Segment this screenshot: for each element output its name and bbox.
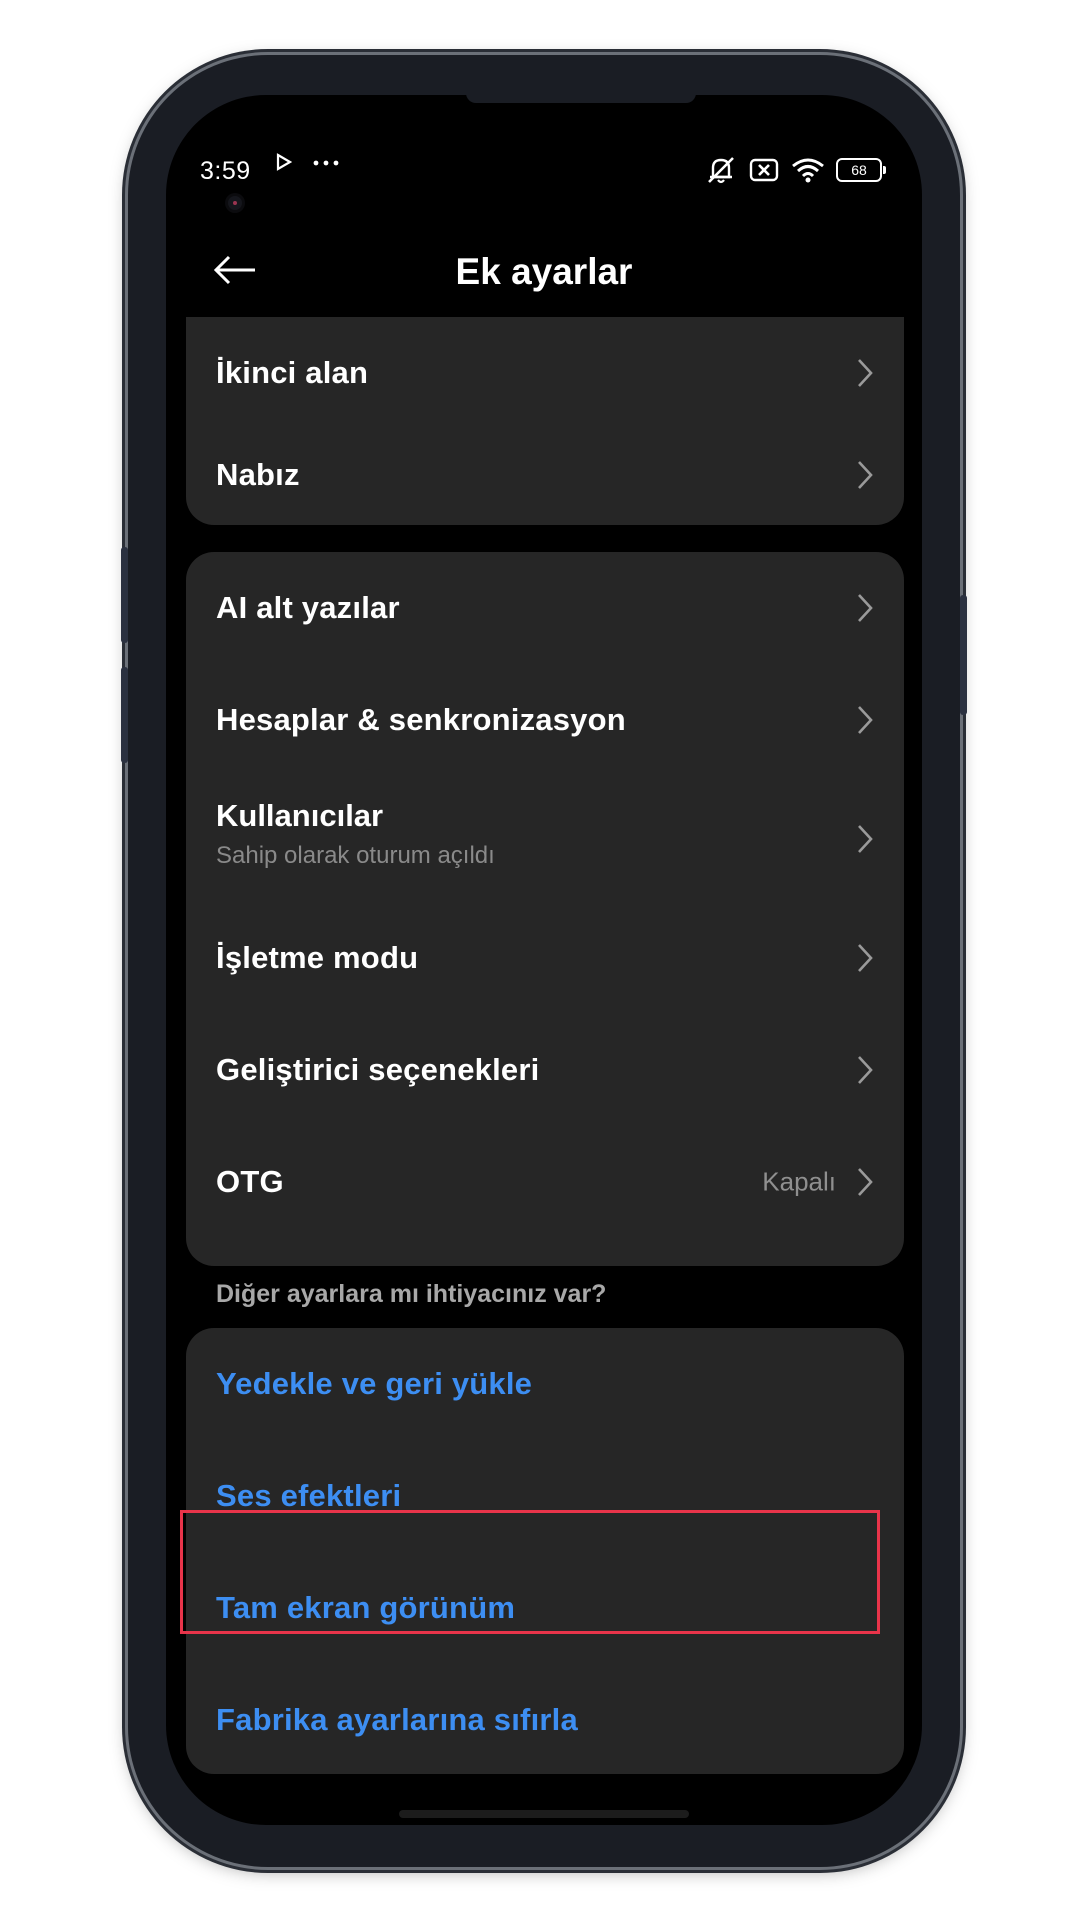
link-full-screen-display[interactable]: Tam ekran görünüm — [186, 1552, 904, 1664]
volume-up-button — [121, 547, 128, 643]
settings-item-pulse[interactable]: Nabız — [186, 419, 904, 525]
settings-group-1: İkinci alan Nabız — [186, 317, 904, 525]
item-label: Tam ekran görünüm — [216, 1590, 516, 1625]
link-factory-reset[interactable]: Fabrika ayarlarına sıfırla — [186, 1664, 904, 1774]
more-dots-icon — [313, 160, 339, 166]
chevron-right-icon — [858, 461, 873, 489]
settings-item-ai-subtitles[interactable]: AI alt yazılar — [186, 552, 904, 664]
power-button — [960, 595, 967, 715]
settings-item-business-mode[interactable]: İşletme modu — [186, 902, 904, 1014]
play-icon — [276, 153, 292, 171]
link-backup-restore[interactable]: Yedekle ve geri yükle — [186, 1328, 904, 1440]
item-label: Fabrika ayarlarına sıfırla — [216, 1702, 578, 1737]
close-box-icon — [749, 158, 779, 182]
mute-icon — [708, 157, 734, 184]
chevron-right-icon — [858, 944, 873, 972]
screen: 3:59 68 Ek ayarlar İkinci alan Nabız AI … — [166, 95, 922, 1825]
link-sound-effects[interactable]: Ses efektleri — [186, 1440, 904, 1552]
phone-frame: 3:59 68 Ek ayarlar İkinci alan Nabız AI … — [121, 55, 967, 1867]
settings-group-2: AI alt yazılar Hesaplar & senkronizasyon… — [186, 552, 904, 1266]
settings-item-users[interactable]: Kullanıcılar Sahip olarak oturum açıldı — [186, 776, 904, 902]
chevron-right-icon — [858, 825, 873, 853]
item-label: Kullanıcılar — [216, 798, 384, 833]
chevron-right-icon — [858, 594, 873, 622]
chevron-right-icon — [858, 1168, 873, 1196]
status-time: 3:59 — [200, 157, 251, 185]
status-bar: 3:59 68 — [166, 95, 922, 210]
battery-indicator: 68 — [836, 158, 886, 182]
item-subtitle: Sahip olarak oturum açıldı — [216, 842, 495, 869]
item-label: Hesaplar & senkronizasyon — [216, 702, 626, 737]
wifi-icon — [792, 158, 824, 183]
settings-item-otg[interactable]: OTG Kapalı — [186, 1126, 904, 1238]
home-indicator — [399, 1810, 689, 1818]
item-label: AI alt yazılar — [216, 590, 400, 625]
settings-item-accounts-sync[interactable]: Hesaplar & senkronizasyon — [186, 664, 904, 776]
front-camera — [228, 196, 242, 210]
item-label: Nabız — [216, 457, 300, 492]
section-label: Diğer ayarlara mı ihtiyacınız var? — [216, 1280, 607, 1308]
chevron-right-icon — [858, 359, 873, 387]
settings-group-3: Yedekle ve geri yükle Ses efektleri Tam … — [186, 1328, 904, 1774]
settings-item-second-space[interactable]: İkinci alan — [186, 317, 904, 429]
status-left-icons — [276, 153, 340, 171]
chevron-right-icon — [858, 706, 873, 734]
settings-item-developer-options[interactable]: Geliştirici seçenekleri — [186, 1014, 904, 1126]
item-label: OTG — [216, 1164, 284, 1199]
app-header: Ek ayarlar — [166, 235, 922, 305]
volume-down-button — [121, 667, 128, 763]
status-right-icons: 68 — [704, 155, 886, 185]
item-label: Yedekle ve geri yükle — [216, 1366, 533, 1401]
item-value: Kapalı — [762, 1166, 836, 1197]
item-label: Ses efektleri — [216, 1478, 402, 1513]
page-title: Ek ayarlar — [455, 251, 633, 292]
chevron-right-icon — [858, 1056, 873, 1084]
item-label: Geliştirici seçenekleri — [216, 1052, 540, 1087]
item-label: İkinci alan — [216, 355, 369, 390]
item-label: İşletme modu — [216, 940, 419, 975]
